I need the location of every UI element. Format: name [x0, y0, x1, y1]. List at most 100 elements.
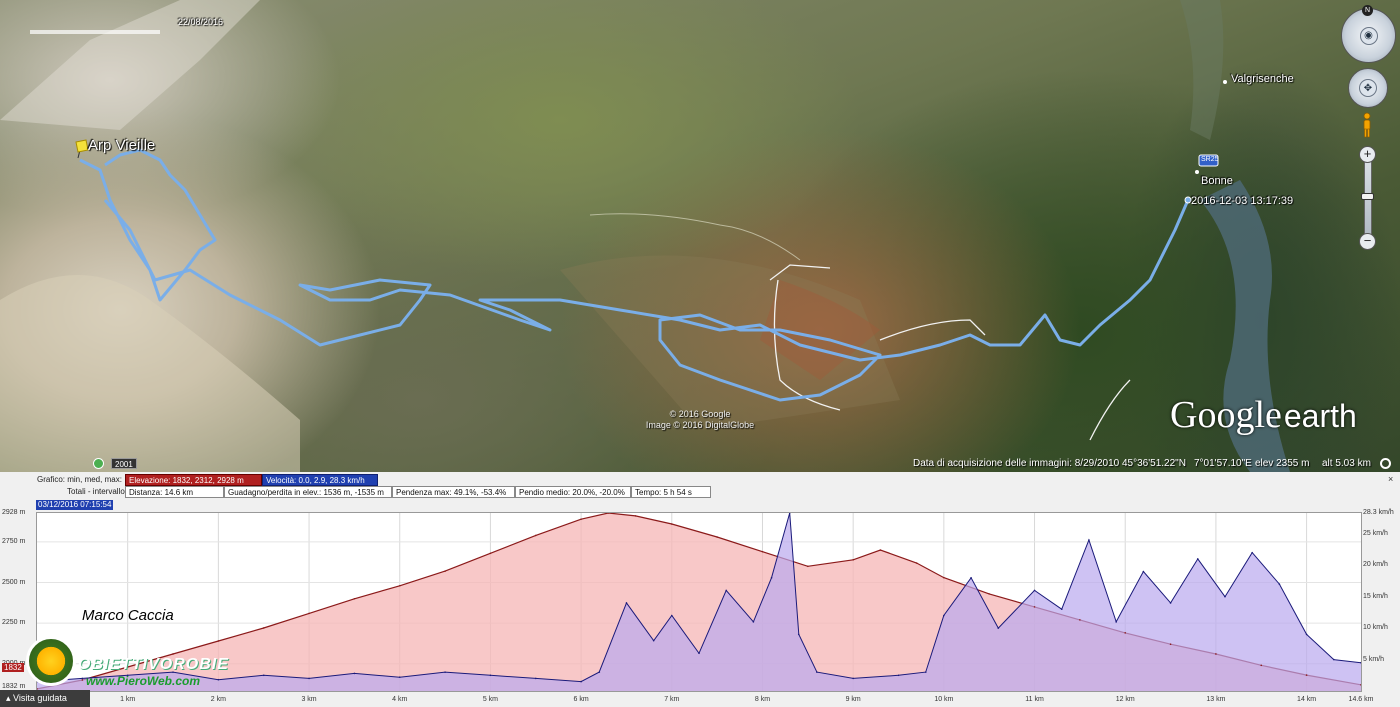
speed-point — [1060, 608, 1063, 611]
elevation-point — [217, 640, 220, 642]
speed-point — [308, 677, 310, 680]
x-tick-label: 5 km — [482, 696, 499, 703]
speed-point — [262, 674, 265, 677]
y-left-tick-label: 2500 m — [2, 578, 26, 586]
elevation-point — [716, 536, 718, 538]
elevation-point — [489, 552, 492, 555]
x-tick-label: 9 km — [845, 696, 861, 703]
max-slope-stats: Pendenza max: 49.1%, -53.4% — [392, 486, 515, 498]
google-earth-logo: Googleearth — [1170, 393, 1357, 437]
distance-stats: Distanza: 14.6 km — [125, 486, 224, 498]
map-view[interactable]: 22/08/2016 Arp Vieille Valgrisenche SR25… — [0, 0, 1400, 472]
logo-earth-text: earth — [1283, 398, 1357, 434]
place-label-bonne[interactable]: Bonne — [1201, 175, 1233, 187]
y-right-tick-label: 10 km/h — [1363, 624, 1388, 632]
x-tick-label: 11 km — [1025, 696, 1044, 703]
zoom-in-button[interactable]: + — [1359, 146, 1376, 163]
scale-bar — [30, 30, 160, 34]
speed-point — [353, 672, 356, 675]
elevation-stats[interactable]: Elevazione: 1832, 2312, 2928 m — [125, 474, 262, 486]
speed-point — [997, 627, 1000, 629]
speed-point — [752, 621, 755, 623]
speed-point — [398, 676, 401, 678]
zoom-out-button[interactable]: − — [1359, 233, 1376, 250]
time-stats: Tempo: 5 h 54 s — [631, 486, 711, 498]
look-around-control[interactable]: ◉ — [1341, 8, 1396, 63]
speed-point — [725, 589, 728, 592]
acquisition-date: Data di acquisizione delle immagini: 8/2… — [913, 458, 1120, 469]
x-tick-label: 10 km — [934, 696, 954, 703]
guided-tour-button[interactable]: ▴ Visita guidata — [0, 690, 90, 707]
elevation-point — [1169, 643, 1172, 646]
elevation-point — [1305, 674, 1308, 676]
copyright-imagery: Image © 2016 DigitalGlobe — [645, 420, 755, 430]
y-right-tick-label: 5 km/h — [1363, 655, 1385, 663]
speed-point — [217, 678, 220, 681]
historical-imagery-icon[interactable] — [93, 458, 104, 469]
speed-point — [625, 602, 628, 604]
elevation-point — [534, 534, 537, 537]
x-tick-label: 14 km — [1297, 696, 1317, 703]
imagery-year-badge[interactable]: 2001 — [111, 458, 137, 469]
y-right-tick-label: 15 km/h — [1363, 592, 1388, 600]
pegman-icon[interactable] — [1361, 112, 1373, 138]
author-watermark: Marco Caccia — [82, 607, 174, 624]
speed-point — [1142, 570, 1145, 573]
elevation-point — [580, 518, 582, 520]
place-label-valgrisenche[interactable]: Valgrisenche — [1231, 73, 1294, 85]
avg-slope-stats: Pendio medio: 20.0%, -20.0% — [515, 486, 631, 498]
speed-point — [598, 671, 601, 673]
x-tick-label: 2 km — [210, 696, 226, 703]
logo-text: OBIETTIVOROBIE — [78, 656, 229, 673]
speed-point — [970, 576, 972, 579]
speed-point — [1169, 602, 1172, 604]
obiettivorobie-logo-icon — [26, 636, 76, 686]
x-tick-label: 1 km — [120, 696, 136, 703]
elevation-point — [398, 584, 401, 587]
close-profile-button[interactable]: × — [1388, 475, 1397, 484]
speed-point — [580, 680, 582, 683]
y-right-tick-label: 25 km/h — [1363, 529, 1388, 537]
move-control[interactable]: ✥ — [1348, 68, 1388, 108]
speed-point — [1115, 621, 1117, 623]
elevation-point — [1124, 632, 1127, 634]
speed-point — [1224, 595, 1226, 598]
speed-point — [852, 677, 854, 680]
speed-point — [1033, 589, 1036, 592]
elevation-speed-chart[interactable] — [36, 512, 1362, 692]
elevation-point — [915, 562, 918, 564]
zoom-slider-thumb[interactable] — [1361, 193, 1374, 200]
speed-point — [1278, 583, 1281, 585]
place-label-arp-vieille[interactable]: Arp Vieille — [88, 137, 155, 154]
hand-icon: ✥ — [1359, 79, 1377, 97]
elevation-point — [1079, 619, 1081, 621]
speed-point — [924, 671, 927, 673]
chart-svg — [36, 512, 1362, 691]
guided-tour-label: Visita guidata — [13, 693, 67, 703]
speed-point — [770, 576, 773, 579]
place-dot-icon — [1223, 80, 1227, 84]
x-tick-label: 14.6 km — [1348, 696, 1374, 703]
elevation-point — [807, 565, 809, 568]
speed-point — [797, 633, 800, 636]
eye-icon: ◉ — [1359, 26, 1378, 45]
graph-label: Grafico: min, med, max: — [37, 475, 122, 484]
compass-north-icon[interactable]: N — [1362, 5, 1373, 16]
guided-tour-icon: ▴ — [6, 693, 14, 703]
x-tick-label: 3 km — [301, 696, 317, 703]
start-pin-icon — [75, 139, 89, 159]
elevation-point — [444, 570, 446, 572]
top-date-label: 22/08/2016 — [178, 17, 224, 27]
y-left-tick-label: 1832 m — [2, 683, 26, 690]
elevation-point — [172, 653, 174, 655]
status-elevation: elev 2355 m — [1255, 458, 1310, 469]
x-tick-label: 13 km — [1206, 696, 1226, 703]
elevation-point — [1033, 606, 1036, 608]
speed-point — [670, 614, 673, 617]
elevation-point — [988, 593, 990, 595]
speed-stats[interactable]: Velocità: 0.0, 2.9, 28.3 km/h — [262, 474, 378, 486]
y-right-tick-label: 20 km/h — [1363, 561, 1388, 569]
status-latitude: 45°36'51.22"N — [1122, 458, 1186, 469]
road-label: SR25 — [1201, 156, 1219, 163]
elevation-point — [879, 549, 882, 551]
